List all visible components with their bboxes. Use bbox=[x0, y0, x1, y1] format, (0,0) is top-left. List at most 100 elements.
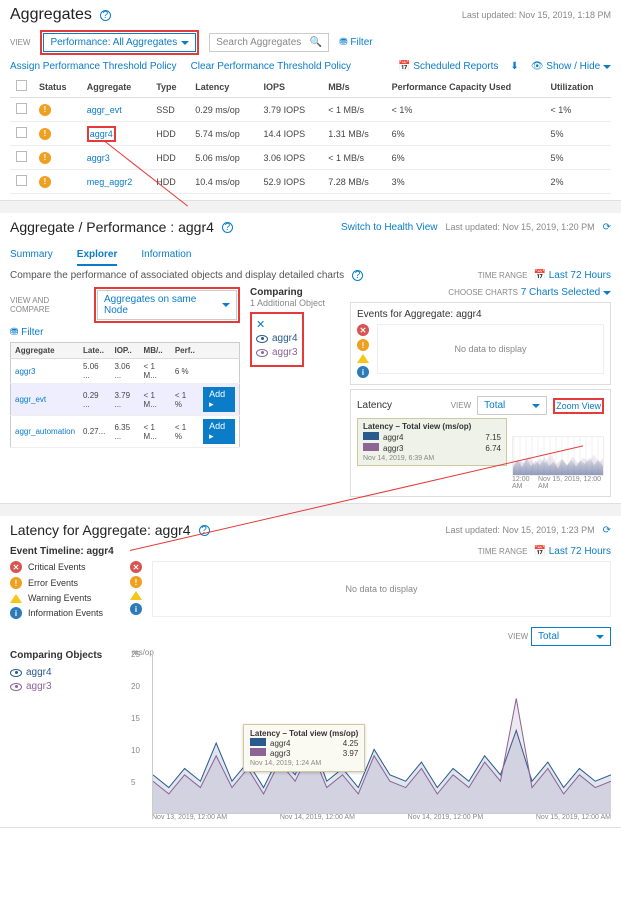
tab-summary[interactable]: Summary bbox=[10, 245, 53, 266]
chevron-down-icon bbox=[181, 41, 189, 45]
aggregate-link[interactable]: aggr4 bbox=[90, 129, 113, 139]
tab-information[interactable]: Information bbox=[141, 245, 191, 266]
search-input[interactable]: Search Aggregates 🔍 bbox=[209, 33, 329, 52]
performance-panel: Aggregate / Performance : aggr4 ? Switch… bbox=[0, 213, 621, 504]
show-hide-dropdown[interactable]: 👁 Show / Hide bbox=[531, 61, 611, 72]
col-pcu[interactable]: Performance Capacity Used bbox=[386, 76, 545, 98]
tab-explorer[interactable]: Explorer bbox=[77, 245, 118, 266]
add-button[interactable]: Add ▸ bbox=[203, 387, 235, 412]
time-range-label: TIME RANGE bbox=[478, 547, 528, 556]
clear-policy-link[interactable]: Clear Performance Threshold Policy bbox=[191, 61, 351, 72]
latency-legend-box: Latency – Total view (ms/op) aggr47.15ag… bbox=[357, 418, 507, 466]
events-no-data: No data to display bbox=[454, 344, 526, 354]
error-icon: ! bbox=[10, 577, 22, 589]
aggregate-link[interactable]: aggr_evt bbox=[87, 105, 122, 115]
scheduled-reports-link[interactable]: 📅 Scheduled Reports bbox=[398, 61, 498, 72]
col-status[interactable]: Status bbox=[33, 76, 81, 98]
comparing-title: Comparing bbox=[250, 287, 340, 298]
table-row[interactable]: ! meg_aggr2HDD10.4 ms/op52.9 IOPS7.28 MB… bbox=[10, 170, 611, 194]
eye-icon[interactable] bbox=[10, 683, 22, 691]
aggregate-link[interactable]: aggr3 bbox=[87, 153, 110, 163]
row-checkbox[interactable] bbox=[16, 175, 27, 186]
col-type[interactable]: Type bbox=[150, 76, 189, 98]
highlight-zoom-view: Zoom View bbox=[553, 398, 604, 414]
col-util[interactable]: Utilization bbox=[545, 76, 611, 98]
aggregates-panel: Aggregates ? Last updated: Nov 15, 2019,… bbox=[0, 0, 621, 201]
row-checkbox[interactable] bbox=[16, 127, 27, 138]
time-range-dropdown[interactable]: 📅 Last 72 Hours bbox=[534, 546, 612, 557]
comparing-item[interactable]: aggr4 bbox=[10, 667, 120, 678]
highlight-view-dropdown: Performance: All Aggregates bbox=[40, 30, 199, 55]
table-row[interactable]: aggr_evt0.29 ...3.79 ...< 1 M...< 1 %Add… bbox=[11, 384, 240, 416]
view-compare-dropdown[interactable]: Aggregates on same Node bbox=[97, 290, 237, 320]
last-updated: Last updated: Nov 15, 2019, 1:18 PM bbox=[462, 10, 611, 20]
error-icon: ! bbox=[39, 128, 51, 140]
comparing-item[interactable]: aggr4 bbox=[256, 333, 298, 344]
chevron-down-icon bbox=[222, 303, 230, 307]
add-button[interactable]: Add ▸ bbox=[203, 419, 235, 444]
aggregate-link[interactable]: meg_aggr2 bbox=[87, 177, 133, 187]
zoom-view-link[interactable]: Zoom View bbox=[556, 401, 601, 411]
eye-icon[interactable] bbox=[10, 669, 22, 677]
table-row[interactable]: ! aggr_evtSSD0.29 ms/op3.79 IOPS< 1 MB/s… bbox=[10, 98, 611, 122]
switch-health-link[interactable]: Switch to Health View bbox=[341, 222, 438, 233]
info-icon: i bbox=[130, 603, 142, 615]
col-iops[interactable]: IOPS bbox=[258, 76, 323, 98]
close-icon[interactable]: ✕ bbox=[256, 318, 298, 331]
select-all-checkbox[interactable] bbox=[16, 80, 27, 91]
assign-policy-link[interactable]: Assign Performance Threshold Policy bbox=[10, 61, 177, 72]
latency-panel: Latency for Aggregate: aggr4 ? Last upda… bbox=[0, 516, 621, 828]
comparing-item[interactable]: aggr3 bbox=[10, 681, 120, 692]
comparing-sub: 1 Additional Object bbox=[250, 298, 340, 308]
help-icon[interactable]: ? bbox=[100, 10, 111, 21]
table-row[interactable]: aggr_automation0.27...6.35 ...< 1 M...< … bbox=[11, 416, 240, 448]
chart-view-dropdown[interactable]: Total bbox=[531, 627, 611, 646]
info-icon: i bbox=[357, 366, 369, 378]
comparing-column: Comparing 1 Additional Object ✕ aggr4 ag… bbox=[250, 287, 340, 367]
search-icon: 🔍 bbox=[310, 37, 322, 48]
col-latency[interactable]: Latency bbox=[189, 76, 257, 98]
eye-icon[interactable] bbox=[256, 335, 268, 343]
choose-charts-label: CHOOSE CHARTS bbox=[448, 288, 518, 297]
time-range-dropdown[interactable]: 📅 Last 72 Hours bbox=[534, 270, 612, 281]
refresh-icon[interactable]: ⟳ bbox=[603, 525, 611, 536]
chevron-down-icon bbox=[603, 291, 611, 295]
help-icon[interactable]: ? bbox=[352, 270, 363, 281]
error-icon: ! bbox=[357, 339, 369, 351]
table-row[interactable]: aggr35.06 ...3.06 ...< 1 M...6 % bbox=[11, 359, 240, 384]
view-compare-label: VIEW AND COMPARE bbox=[10, 296, 88, 314]
row-checkbox[interactable] bbox=[16, 151, 27, 162]
download-icon[interactable]: ⬇ bbox=[510, 61, 518, 72]
events-card: Events for Aggregate: aggr4 ✕ ! i No dat… bbox=[350, 302, 611, 385]
comparing-item[interactable]: aggr3 bbox=[256, 347, 298, 358]
timeline-title: Event Timeline: aggr4 bbox=[10, 546, 114, 557]
info-icon: i bbox=[10, 607, 22, 619]
perf-title: Aggregate / Performance : aggr4 bbox=[10, 219, 214, 235]
compare-text: Compare the performance of associated ob… bbox=[10, 270, 344, 281]
help-icon[interactable]: ? bbox=[222, 222, 233, 233]
latency-view-dropdown[interactable]: Total bbox=[477, 396, 547, 415]
time-range-label: TIME RANGE bbox=[478, 271, 528, 280]
latency-sparkline bbox=[512, 436, 604, 476]
filter-icon: ⛃ bbox=[339, 37, 347, 48]
refresh-icon[interactable]: ⟳ bbox=[603, 222, 611, 233]
eye-icon[interactable] bbox=[256, 349, 268, 357]
search-placeholder: Search Aggregates bbox=[216, 37, 301, 48]
comparing-objects: Comparing Objects aggr4 aggr3 bbox=[10, 650, 120, 821]
filter-link[interactable]: ⛃ Filter bbox=[339, 37, 372, 48]
warning-icon bbox=[357, 354, 369, 363]
chart-view-label: VIEW bbox=[508, 632, 528, 641]
perf-last-updated: Last updated: Nov 15, 2019, 1:20 PM bbox=[446, 222, 595, 232]
view-dropdown[interactable]: Performance: All Aggregates bbox=[43, 33, 196, 52]
col-aggregate[interactable]: Aggregate bbox=[81, 76, 151, 98]
row-checkbox[interactable] bbox=[16, 103, 27, 114]
latency-chart: 25 20 15 10 5 Latency – Total view (ms/o… bbox=[152, 654, 611, 814]
filter-link[interactable]: ⛃ Filter bbox=[10, 327, 240, 338]
table-row[interactable]: ! aggr4HDD5.74 ms/op14.4 IOPS1.31 MB/s6%… bbox=[10, 122, 611, 146]
choose-charts-dropdown[interactable]: 7 Charts Selected bbox=[521, 287, 611, 298]
highlight-compare-dropdown: Aggregates on same Node bbox=[94, 287, 240, 323]
aggregates-table: Status Aggregate Type Latency IOPS MB/s … bbox=[10, 76, 611, 194]
chevron-down-icon bbox=[532, 404, 540, 408]
col-mbs[interactable]: MB/s bbox=[322, 76, 385, 98]
table-row[interactable]: ! aggr3HDD5.06 ms/op3.06 IOPS< 1 MB/s6%5… bbox=[10, 146, 611, 170]
